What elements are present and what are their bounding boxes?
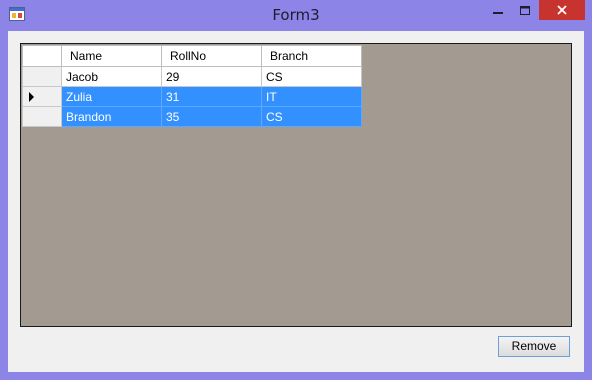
- cell-rollno[interactable]: 35: [161, 106, 262, 127]
- top-left-header-cell[interactable]: [22, 45, 62, 67]
- cell-branch[interactable]: IT: [261, 86, 362, 107]
- row-header[interactable]: [22, 66, 62, 87]
- title-bar[interactable]: Form3: [0, 0, 592, 31]
- close-button[interactable]: [539, 0, 585, 20]
- table-row[interactable]: Zulia 31 IT: [22, 86, 362, 107]
- column-header-branch[interactable]: Branch: [261, 45, 362, 67]
- maximize-button[interactable]: [511, 0, 539, 20]
- cell-branch[interactable]: CS: [261, 66, 362, 87]
- table-row[interactable]: Jacob 29 CS: [22, 66, 362, 87]
- client-area: Name RollNo Branch Jacob 29 CS Zulia 31 …: [8, 31, 584, 372]
- column-header-name[interactable]: Name: [61, 45, 162, 67]
- cell-rollno[interactable]: 31: [161, 86, 262, 107]
- cell-name[interactable]: Brandon: [61, 106, 162, 127]
- form3-window: Form3 Name RollNo Branch Jacob 29 CS Zul…: [0, 0, 592, 380]
- data-grid-view[interactable]: Name RollNo Branch Jacob 29 CS Zulia 31 …: [20, 43, 572, 327]
- data-table: Name RollNo Branch Jacob 29 CS Zulia 31 …: [22, 45, 362, 127]
- close-icon: [557, 5, 567, 15]
- minimize-button[interactable]: [483, 0, 513, 20]
- table-row[interactable]: Brandon 35 CS: [22, 106, 362, 127]
- maximize-icon: [520, 5, 530, 15]
- cell-rollno[interactable]: 29: [161, 66, 262, 87]
- cell-name[interactable]: Jacob: [61, 66, 162, 87]
- remove-button[interactable]: Remove: [498, 336, 570, 357]
- current-row-arrow-icon: [29, 92, 34, 102]
- row-header[interactable]: [22, 106, 62, 127]
- row-header[interactable]: [22, 86, 62, 107]
- column-header-rollno[interactable]: RollNo: [161, 45, 262, 67]
- cell-name[interactable]: Zulia: [61, 86, 162, 107]
- header-row: Name RollNo Branch: [22, 45, 362, 67]
- cell-branch[interactable]: CS: [261, 106, 362, 127]
- minimize-icon: [493, 12, 503, 14]
